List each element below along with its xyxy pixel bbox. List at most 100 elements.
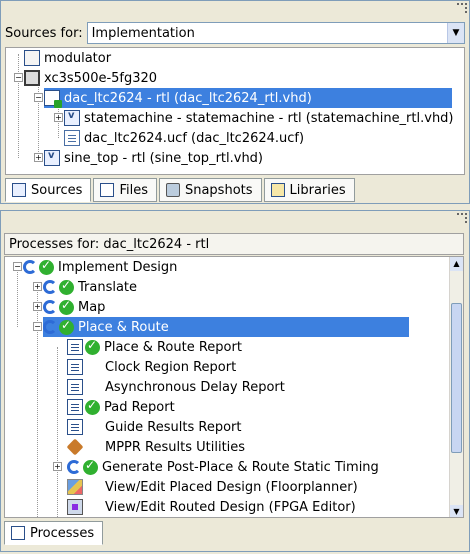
spacer-icon: [85, 499, 101, 515]
report-icon: [67, 379, 83, 395]
sync-icon: [67, 460, 81, 474]
processes-header: Processes for: dac_ltc2624 - rtl: [4, 233, 464, 255]
report-icon: [67, 419, 83, 435]
libraries-icon: [270, 183, 285, 197]
sync-icon: [23, 260, 37, 274]
processes-header-label: Processes for: dac_ltc2624 - rtl: [9, 236, 210, 252]
tab-sources[interactable]: Sources: [5, 178, 92, 202]
sources-for-row: Sources for: Implementation ▼: [5, 21, 465, 45]
top-module-icon: [44, 90, 62, 108]
process-label: Place & Route Report: [104, 339, 242, 355]
collapse-icon[interactable]: −: [13, 262, 22, 271]
expand-icon[interactable]: +: [53, 462, 62, 471]
process-place-route-report[interactable]: Place & Route Report: [67, 337, 244, 357]
collapse-icon[interactable]: −: [33, 322, 42, 331]
panel-grip-icon[interactable]: [457, 3, 467, 13]
process-mppr-results[interactable]: MPPR Results Utilities: [66, 437, 247, 457]
expand-icon[interactable]: +: [33, 282, 42, 291]
success-check-icon: [85, 398, 100, 415]
sources-tabs: Sources Files Snapshots Libraries: [5, 178, 355, 202]
process-translate[interactable]: Translate: [43, 277, 139, 297]
process-label: Pad Report: [104, 399, 175, 415]
sources-for-label: Sources for:: [5, 25, 83, 41]
process-place-route[interactable]: Place & Route: [43, 317, 409, 337]
spacer-icon: [85, 479, 101, 495]
tree-item-modulator[interactable]: modulator: [24, 48, 113, 68]
process-label: Implement Design: [58, 259, 178, 275]
success-check-icon: [59, 318, 74, 335]
tree-item-ucf[interactable]: dac_ltc2624.ucf (dac_ltc2624.ucf): [64, 128, 306, 148]
ucf-file-icon: [64, 130, 80, 146]
tab-label: Libraries: [289, 182, 346, 198]
sync-icon: [43, 320, 57, 334]
tree-item-label: modulator: [44, 50, 112, 66]
report-icon: [67, 339, 83, 355]
process-guide-results-report[interactable]: Guide Results Report: [67, 417, 243, 437]
sources-for-select[interactable]: Implementation ▼: [86, 22, 465, 44]
tree-item-label: dac_ltc2624.ucf (dac_ltc2624.ucf): [84, 130, 305, 146]
floorplanner-icon: [67, 479, 83, 495]
spacer-icon: [85, 419, 101, 435]
process-label: View/Edit Placed Design (Floorplanner): [105, 479, 358, 495]
tab-label: Sources: [31, 182, 83, 198]
process-post-par-timing[interactable]: Generate Post-Place & Route Static Timin…: [67, 457, 381, 477]
sources-panel: Sources for: Implementation ▼ modulator …: [0, 0, 470, 204]
tree-item-statemachine[interactable]: statemachine - statemachine - rtl (state…: [64, 108, 456, 128]
tree-item-label: dac_ltc2624 - rtl (dac_ltc2624_rtl.vhd): [64, 90, 312, 106]
processes-scrollbar[interactable]: ▲ ▼: [449, 257, 463, 517]
tree-line: [57, 347, 58, 517]
tool-icon: [66, 438, 84, 456]
tab-processes[interactable]: Processes: [4, 521, 104, 545]
processes-icon: [11, 526, 25, 540]
spacer-icon: [85, 379, 101, 395]
tree-line: [18, 54, 19, 158]
sync-icon: [43, 280, 57, 294]
sources-icon: [12, 183, 26, 197]
process-pad-report[interactable]: Pad Report: [67, 397, 177, 417]
collapse-icon[interactable]: −: [34, 93, 43, 102]
chevron-down-icon[interactable]: ▼: [447, 23, 464, 43]
spacer-icon: [85, 359, 101, 375]
fpga-editor-icon: [67, 499, 83, 515]
report-icon: [67, 359, 83, 375]
tab-label: Processes: [30, 525, 95, 541]
scroll-up-icon[interactable]: ▲: [450, 257, 463, 271]
process-fpga-editor[interactable]: View/Edit Routed Design (FPGA Editor): [67, 497, 358, 517]
process-clock-region-report[interactable]: Clock Region Report: [67, 357, 238, 377]
expand-icon[interactable]: +: [33, 302, 42, 311]
vhdl-file-icon: [64, 110, 80, 126]
processes-tabs: Processes: [4, 521, 104, 545]
process-label: Guide Results Report: [105, 419, 242, 435]
tree-item-dac-ltc2624[interactable]: dac_ltc2624 - rtl (dac_ltc2624_rtl.vhd): [44, 88, 452, 108]
process-async-delay-report[interactable]: Asynchronous Delay Report: [67, 377, 287, 397]
spacer-icon: [85, 439, 101, 455]
tab-label: Snapshots: [184, 182, 253, 198]
tab-files[interactable]: Files: [93, 178, 157, 202]
tree-line: [17, 267, 18, 327]
success-check-icon: [85, 338, 100, 355]
tree-item-device[interactable]: xc3s500e-5fg320: [24, 68, 159, 88]
expand-icon[interactable]: +: [34, 153, 43, 162]
process-label: View/Edit Routed Design (FPGA Editor): [105, 499, 356, 515]
process-floorplanner[interactable]: View/Edit Placed Design (Floorplanner): [67, 477, 360, 497]
success-check-icon: [83, 458, 98, 475]
scroll-down-icon[interactable]: ▼: [450, 505, 463, 517]
process-map[interactable]: Map: [43, 297, 107, 317]
tree-item-label: statemachine - statemachine - rtl (state…: [84, 110, 454, 126]
sources-for-value: Implementation: [91, 25, 195, 41]
tree-item-sine-top[interactable]: sine_top - rtl (sine_top_rtl.vhd): [44, 148, 265, 168]
scroll-thumb[interactable]: [451, 303, 462, 453]
tab-libraries[interactable]: Libraries: [263, 178, 355, 202]
processes-tree: − Implement Design + Translate + Map − P…: [4, 256, 464, 518]
tab-snapshots[interactable]: Snapshots: [158, 178, 262, 202]
panel-grip-icon[interactable]: [457, 213, 467, 223]
sources-tree: modulator − xc3s500e-5fg320 − dac_ltc262…: [5, 47, 465, 175]
sync-icon: [43, 300, 57, 314]
process-implement-design[interactable]: Implement Design: [23, 257, 179, 277]
collapse-icon[interactable]: −: [14, 73, 23, 82]
vhdl-file-icon: [44, 150, 60, 166]
expand-icon[interactable]: +: [54, 113, 63, 122]
report-icon: [67, 399, 83, 415]
tab-label: Files: [119, 182, 148, 198]
process-label: Asynchronous Delay Report: [105, 379, 285, 395]
